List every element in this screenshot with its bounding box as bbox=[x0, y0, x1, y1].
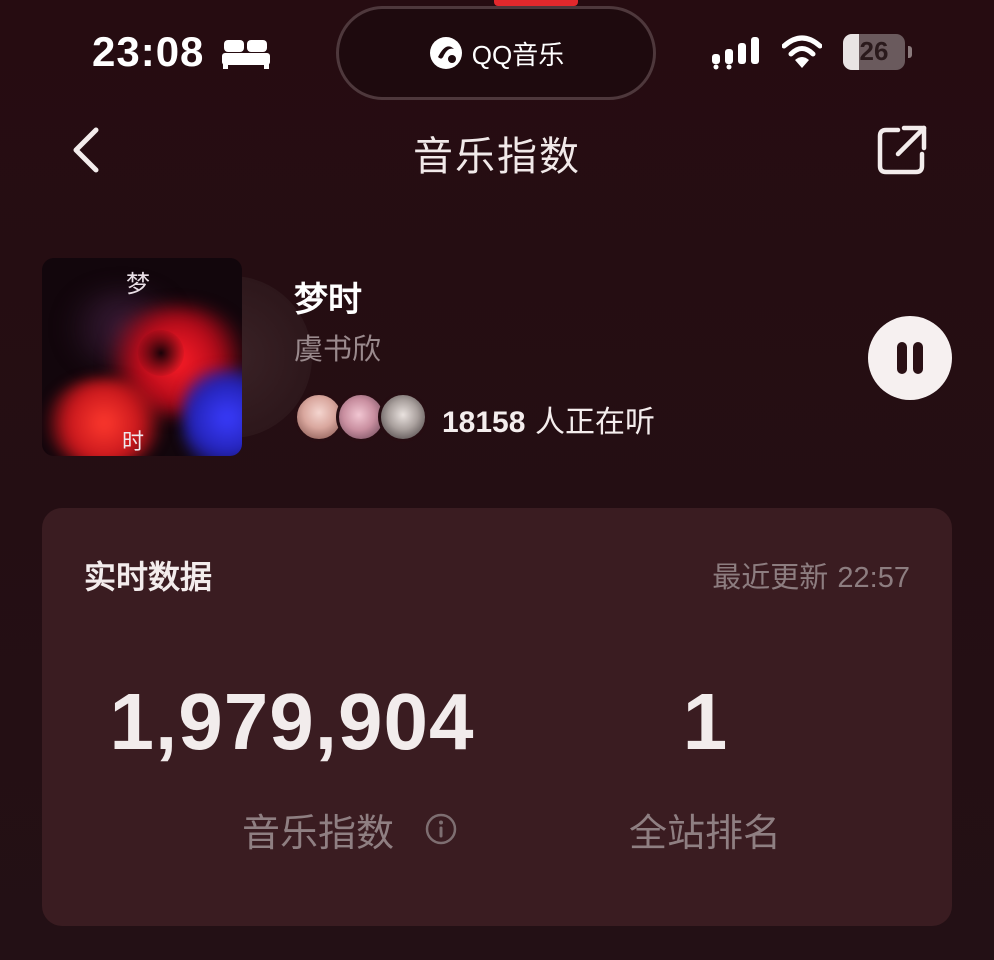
signal-icon bbox=[712, 37, 759, 70]
cover-title-top: 梦 bbox=[126, 270, 150, 298]
island-progress-accent bbox=[494, 0, 578, 6]
last-updated: 最近更新 22:57 bbox=[712, 554, 910, 596]
battery-level: 26 bbox=[859, 36, 889, 66]
wifi-icon bbox=[782, 35, 822, 68]
site-rank-value: 1 bbox=[682, 677, 728, 766]
info-icon[interactable] bbox=[424, 812, 458, 846]
last-updated-label: 最近更新 bbox=[712, 560, 838, 594]
cover-art-shape bbox=[182, 368, 242, 456]
bed-icon bbox=[222, 40, 270, 69]
listeners-suffix: 人正在听 bbox=[525, 405, 655, 440]
cover-art-shape bbox=[138, 330, 184, 376]
status-bar: 23:08 QQ音乐 26 bbox=[0, 0, 994, 108]
song-artist[interactable]: 虞书欣 bbox=[294, 326, 381, 368]
dynamic-island-now-playing[interactable]: QQ音乐 bbox=[336, 6, 656, 100]
realtime-data-card: 实时数据 最近更新 22:57 1,979,904 1 音乐指数 全站排名 bbox=[42, 508, 952, 926]
pause-icon bbox=[897, 342, 907, 374]
status-time: 23:08 bbox=[92, 28, 205, 75]
song-title[interactable]: 梦时 bbox=[294, 272, 362, 321]
listener-avatars[interactable] bbox=[294, 392, 434, 446]
qq-music-logo-icon bbox=[429, 37, 462, 69]
album-cover[interactable]: 梦 时 bbox=[42, 258, 242, 456]
battery-icon: 26 bbox=[843, 34, 905, 70]
music-index-value: 1,979,904 bbox=[109, 677, 475, 766]
island-app-label: QQ音乐 bbox=[471, 39, 565, 70]
pause-icon bbox=[913, 342, 923, 374]
site-rank-label: 全站排名 bbox=[628, 811, 781, 855]
music-index-page: 23:08 QQ音乐 26 音乐指数 梦 时 梦时 虞书欣 18158 人正在听… bbox=[0, 0, 994, 960]
avatar bbox=[378, 392, 428, 442]
music-index-label: 音乐指数 bbox=[241, 811, 394, 855]
cover-title-bottom: 时 bbox=[122, 430, 145, 455]
listeners-text: 18158 人正在听 bbox=[442, 397, 655, 441]
last-updated-time: 22:57 bbox=[837, 562, 910, 594]
listeners-count: 18158 bbox=[442, 406, 526, 439]
page-title: 音乐指数 bbox=[413, 134, 581, 180]
share-external-icon[interactable] bbox=[872, 120, 932, 180]
battery-cap bbox=[908, 46, 912, 58]
pause-button[interactable] bbox=[868, 316, 952, 400]
card-title: 实时数据 bbox=[84, 558, 213, 596]
